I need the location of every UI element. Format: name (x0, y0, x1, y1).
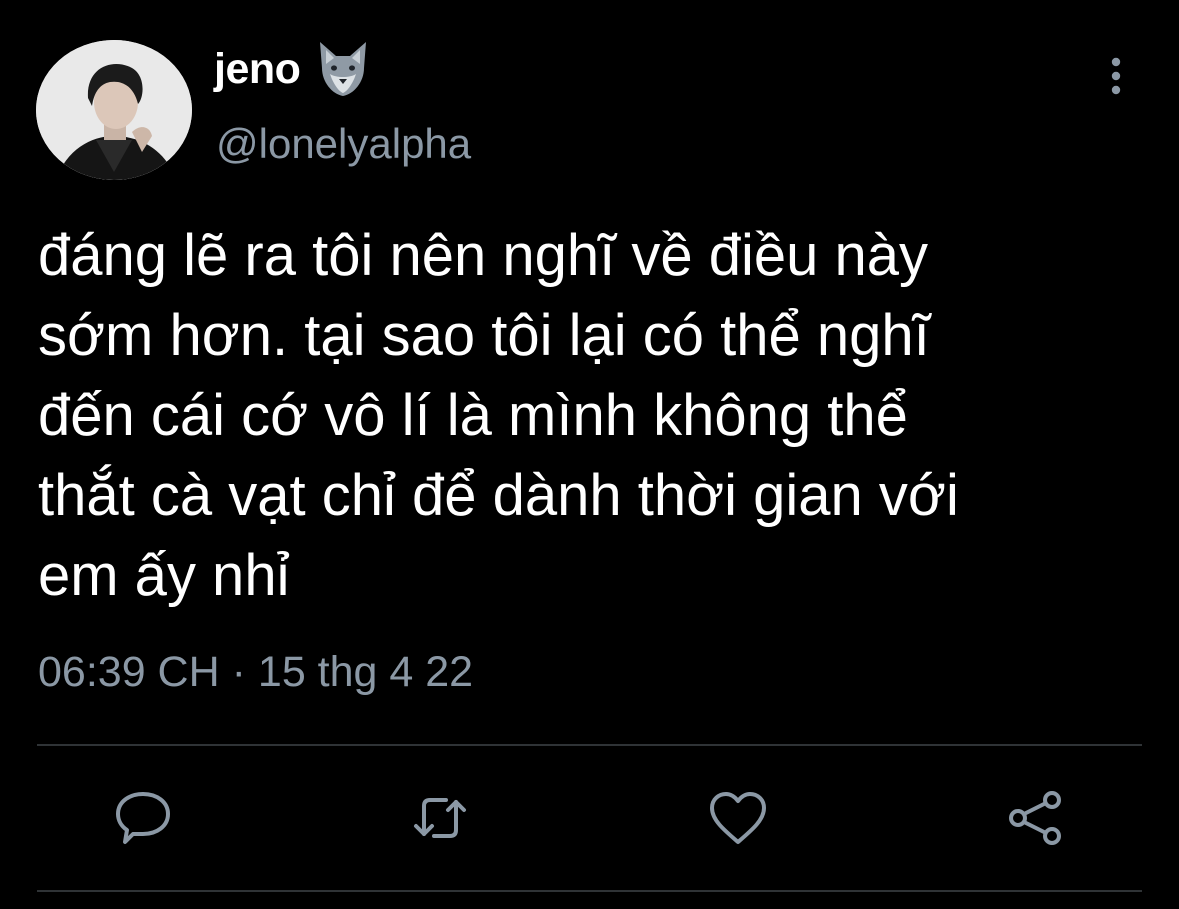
display-name[interactable]: jeno (214, 45, 301, 94)
tweet-text: đáng lẽ ra tôi nên nghĩ về điều này sớm … (38, 223, 959, 608)
retweet-icon (414, 798, 466, 838)
divider-bottom (37, 890, 1142, 892)
reply-icon (116, 792, 170, 844)
more-options-icon[interactable] (1098, 54, 1134, 98)
author-handle[interactable]: @lonelyalpha (216, 120, 471, 168)
like-icon (710, 792, 766, 844)
reply-button[interactable] (111, 786, 175, 850)
timestamp-separator: · (231, 648, 246, 696)
share-button[interactable] (1004, 786, 1068, 850)
like-button[interactable] (706, 786, 770, 850)
wolf-emoji-icon (312, 38, 374, 100)
tweet-timestamp[interactable]: 06:39 CH · 15 thg 4 22 (38, 648, 473, 697)
share-icon (1009, 791, 1061, 845)
divider-top (37, 744, 1142, 746)
retweet-button[interactable] (408, 786, 472, 850)
tweet-date: 15 thg 4 22 (257, 648, 474, 696)
author-name-row[interactable]: jeno (214, 38, 374, 100)
tweet-time: 06:39 CH (38, 648, 220, 696)
avatar[interactable] (36, 40, 192, 180)
